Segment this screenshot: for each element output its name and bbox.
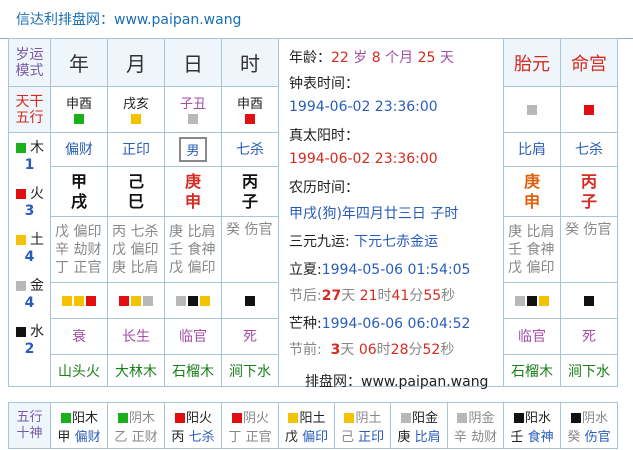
site-header: 信达利排盘网：www.paipan.wang bbox=[0, 0, 633, 39]
nayin-month: 大林木 bbox=[107, 354, 165, 387]
footer-item: 阳木甲 偏财 bbox=[50, 402, 108, 449]
site-title[interactable]: 信达利排盘网：www.paipan.wang bbox=[16, 9, 241, 29]
footer-table: 五行 十神 阳木甲 偏财 阴木乙 正财 阳火丙 七杀 阴火丁 正官 阳土戊 偏印 … bbox=[8, 402, 618, 449]
lunar-label: 农历时间： bbox=[289, 180, 359, 196]
footer-item: 阳金庚 比肩 bbox=[390, 402, 448, 449]
gender-cell: 男 bbox=[164, 132, 222, 167]
footer-label: 五行 十神 bbox=[8, 402, 51, 449]
zhu-year: 申酉 bbox=[50, 86, 108, 133]
nayin-hour: 涧下水 bbox=[221, 354, 279, 387]
lunar-value: 甲戌(狗)年四月廿三日 子时 bbox=[289, 206, 459, 222]
footer-item: 阳火丙 七杀 bbox=[164, 402, 222, 449]
canggan-month: 丙 七杀 戊 偏印 庚 比肩 bbox=[107, 216, 165, 283]
shishen-month: 正印 bbox=[107, 132, 165, 167]
ganzhi-month: 己巳 bbox=[107, 166, 165, 217]
ganzhi-taiyuan: 庚申 bbox=[503, 166, 561, 217]
before-line: 节前: 3天 06时28分52秒 bbox=[289, 342, 455, 358]
footer-item: 阴木乙 正财 bbox=[107, 402, 165, 449]
lixia-line: 立夏:1994-05-06 01:54:05 bbox=[289, 262, 471, 278]
element-square bbox=[131, 114, 141, 124]
mangzhong-line: 芒种:1994-06-06 06:04:52 bbox=[289, 316, 471, 332]
sq-day bbox=[164, 282, 222, 319]
site-link[interactable]: 排盘网：www.paipan.wang bbox=[305, 371, 488, 391]
col-year: 年 bbox=[50, 38, 108, 87]
clock-label: 钟表时间： bbox=[289, 76, 359, 92]
clock-value: 1994-06-02 23:36:00 bbox=[289, 99, 438, 115]
sq-minggong bbox=[560, 282, 618, 319]
col-taiyuan: 胎元 bbox=[503, 38, 561, 87]
changsheng-taiyuan: 临官 bbox=[503, 318, 561, 355]
ganwu-label: 天干 五行 bbox=[8, 86, 51, 133]
canggan-taiyuan: 庚 比肩 壬 食神 戊 偏印 bbox=[503, 216, 561, 283]
footer-item: 阴水癸 伤官 bbox=[560, 402, 618, 449]
nayin-year: 山头火 bbox=[50, 354, 108, 387]
nayin-day: 石榴木 bbox=[164, 354, 222, 387]
element-counts: 木1 火3 土4 金4 水2 bbox=[8, 132, 51, 387]
sq-month bbox=[107, 282, 165, 319]
element-square bbox=[188, 114, 198, 124]
col-hour: 时 bbox=[221, 38, 279, 87]
bazi-table: 岁运 模式 年 月 日 时 年龄：22 岁 8 个月 25 天 钟表时间： 199… bbox=[8, 38, 618, 390]
sq-year bbox=[50, 282, 108, 319]
changsheng-month: 长生 bbox=[107, 318, 165, 355]
after-line: 节后:27天 21时41分55秒 bbox=[289, 288, 456, 304]
element-square bbox=[245, 114, 255, 124]
footer-item: 阳水壬 食神 bbox=[503, 402, 561, 449]
col-day: 日 bbox=[164, 38, 222, 87]
col-minggong: 命宫 bbox=[560, 38, 618, 87]
info-panel: 年龄：22 岁 8 个月 25 天 钟表时间： 1994-06-02 23:36… bbox=[278, 38, 504, 390]
ganzhi-minggong: 丙子 bbox=[560, 166, 618, 217]
sq-hour bbox=[221, 282, 279, 319]
shishen-hour: 七杀 bbox=[221, 132, 279, 167]
ganzhi-hour: 丙子 bbox=[221, 166, 279, 217]
dayun-label: 岁运 模式 bbox=[8, 38, 51, 87]
fire-count: 火3 bbox=[9, 183, 50, 219]
zhu-day: 子丑 bbox=[164, 86, 222, 133]
gender-button[interactable]: 男 bbox=[179, 137, 207, 162]
minggong-sq bbox=[560, 86, 618, 133]
shishen-minggong: 七杀 bbox=[560, 132, 618, 167]
changsheng-minggong: 死 bbox=[560, 318, 618, 355]
col-month: 月 bbox=[107, 38, 165, 87]
ganzhi-year: 甲戌 bbox=[50, 166, 108, 217]
solar-value: 1994-06-02 23:36:00 bbox=[289, 151, 438, 167]
ganzhi-day: 庚申 bbox=[164, 166, 222, 217]
wood-count: 木1 bbox=[9, 137, 50, 173]
age-line: 年龄：22 岁 8 个月 25 天 bbox=[289, 50, 454, 66]
shishen-year: 偏财 bbox=[50, 132, 108, 167]
canggan-year: 戊 偏印 辛 劫财 丁 正官 bbox=[50, 216, 108, 283]
footer-item: 阳土戊 偏印 bbox=[278, 402, 335, 449]
solar-label: 真太阳时： bbox=[289, 128, 359, 144]
footer-item: 阴土己 正印 bbox=[334, 402, 391, 449]
taiyuan-sq bbox=[503, 86, 561, 133]
changsheng-hour: 死 bbox=[221, 318, 279, 355]
nayin-taiyuan: 石榴木 bbox=[503, 354, 561, 387]
sanyuan-line: 三元九运: 下元七赤金运 bbox=[289, 234, 439, 250]
changsheng-year: 衰 bbox=[50, 318, 108, 355]
changsheng-day: 临官 bbox=[164, 318, 222, 355]
zhu-month: 戌亥 bbox=[107, 86, 165, 133]
canggan-minggong: 癸 伤官 bbox=[560, 216, 618, 283]
shishen-taiyuan: 比肩 bbox=[503, 132, 561, 167]
element-square bbox=[74, 114, 84, 124]
footer-item: 阴金辛 劫财 bbox=[447, 402, 504, 449]
nayin-minggong: 涧下水 bbox=[560, 354, 618, 387]
canggan-day: 庚 比肩 壬 食神 戊 偏印 bbox=[164, 216, 222, 283]
element-square bbox=[584, 104, 594, 115]
sq-taiyuan bbox=[503, 282, 561, 319]
canggan-hour: 癸 伤官 bbox=[221, 216, 279, 283]
water-count: 水2 bbox=[9, 321, 50, 357]
element-square bbox=[527, 104, 537, 115]
zhu-hour: 申酉 bbox=[221, 86, 279, 133]
footer-item: 阴火丁 正官 bbox=[221, 402, 279, 449]
metal-count: 金4 bbox=[9, 275, 50, 311]
earth-count: 土4 bbox=[9, 229, 50, 265]
